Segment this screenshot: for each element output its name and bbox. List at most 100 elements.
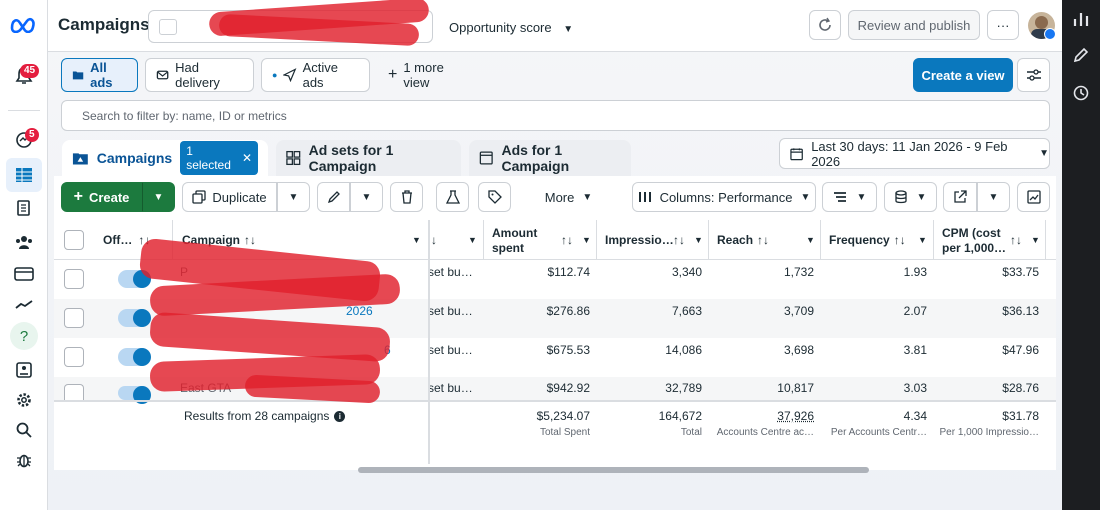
clear-selection-icon[interactable]: ✕: [242, 151, 252, 165]
row-checkbox[interactable]: [64, 269, 84, 289]
trash-icon: [401, 190, 412, 204]
chevron-down-icon[interactable]: ▼: [412, 235, 421, 245]
tag-icon: [487, 190, 502, 204]
edit-pencil-icon[interactable]: [1072, 46, 1090, 64]
tab-ads-label: Ads for 1 Campaign: [501, 142, 570, 174]
cpm-cell: $28.76: [1002, 381, 1039, 395]
sort-icon[interactable]: ↑↓: [1010, 233, 1022, 247]
impressions-cell: 32,789: [665, 381, 702, 395]
row-checkbox[interactable]: [64, 308, 84, 328]
columns-icon: [638, 192, 651, 202]
search-icon[interactable]: [12, 418, 36, 442]
bar-chart-icon[interactable]: [1072, 10, 1090, 28]
create-view-button[interactable]: Create a view: [913, 58, 1013, 92]
create-label: Create: [88, 189, 130, 205]
opportunity-score-dropdown[interactable]: Opportunity score ▼: [449, 20, 573, 35]
col-header-frequency[interactable]: Frequency ↑↓: [829, 233, 906, 247]
campaign-name[interactable]: 2026: [346, 304, 373, 318]
search-input[interactable]: Search to filter by: name, ID or metrics: [61, 100, 1050, 131]
chevron-down-icon[interactable]: ▼: [694, 235, 703, 245]
ad-account-selector[interactable]: [148, 0, 433, 47]
pages-icon[interactable]: [12, 196, 36, 220]
row-checkbox[interactable]: [64, 347, 84, 367]
analytics-trend-icon[interactable]: [12, 292, 36, 316]
sort-icon: ↑↓: [757, 233, 770, 247]
info-icon[interactable]: i: [334, 410, 346, 422]
sort-icon[interactable]: ↑↓: [673, 233, 685, 247]
tag-button[interactable]: [478, 182, 511, 212]
delete-button[interactable]: [390, 182, 423, 212]
reports-dropdown[interactable]: ▼: [884, 182, 937, 212]
breakdown-icon: [833, 192, 846, 202]
tab-ads[interactable]: Ads for 1 Campaign: [469, 140, 631, 176]
chevron-down-icon[interactable]: ▼: [918, 235, 927, 245]
sort-icon[interactable]: ↑↓: [561, 233, 573, 247]
page-title: Campaigns: [58, 15, 150, 34]
reach-cell: 1,732: [783, 265, 814, 279]
billing-card-icon[interactable]: [12, 262, 36, 286]
history-clock-icon[interactable]: [1072, 84, 1090, 102]
results-label: Results from 28 campaigns: [184, 409, 330, 423]
date-range-picker[interactable]: Last 30 days: 11 Jan 2026 - 9 Feb 2026 ▼: [779, 138, 1050, 169]
col-header-cpm-line1: CPM (cost: [942, 226, 1001, 240]
delivery-toggle[interactable]: [118, 348, 151, 366]
edit-button[interactable]: [317, 182, 350, 212]
col-header-amount-spent[interactable]: Amount spent: [492, 226, 537, 256]
export-button[interactable]: [943, 182, 977, 212]
ads-manager-table-icon[interactable]: [6, 158, 42, 192]
ad-account-icon[interactable]: [12, 358, 36, 382]
cpm-cell: $36.13: [1002, 304, 1039, 318]
duplicate-button[interactable]: Duplicate: [182, 182, 277, 212]
select-all-checkbox[interactable]: [64, 230, 84, 250]
row-checkbox[interactable]: [64, 384, 84, 400]
selected-count-pill[interactable]: 1 selected ✕: [180, 141, 258, 175]
create-dropdown-button[interactable]: ▼: [142, 182, 175, 212]
frequency-cell: 2.07: [903, 304, 927, 318]
columns-dropdown[interactable]: Columns: Performance ▼: [632, 182, 816, 212]
review-and-publish-button[interactable]: Review and publish: [848, 10, 980, 40]
tab-ad-sets[interactable]: Ad sets for 1 Campaign: [276, 140, 461, 176]
ab-test-button[interactable]: [436, 182, 469, 212]
create-button[interactable]: + Create: [61, 182, 142, 212]
reach-cell: 3,698: [783, 343, 814, 357]
view-settings-button[interactable]: [1017, 58, 1050, 92]
more-options-button[interactable]: ···: [987, 10, 1019, 40]
audiences-icon[interactable]: [12, 230, 36, 254]
sort-icon[interactable]: ↓: [431, 233, 437, 247]
col-header-impressions[interactable]: Impressio…: [605, 233, 674, 247]
plus-icon: +: [73, 188, 83, 205]
col-header-reach[interactable]: Reach ↑↓: [717, 233, 769, 247]
view-had-delivery[interactable]: Had delivery: [145, 58, 254, 92]
total-reach[interactable]: 37,926: [712, 409, 814, 423]
chevron-down-icon: ▼: [800, 191, 811, 203]
add-more-view-button[interactable]: + 1 more view: [377, 58, 482, 92]
send-icon: [283, 68, 297, 82]
tab-campaigns[interactable]: Campaigns 1 selected ✕: [62, 140, 268, 176]
col-header-cpm[interactable]: CPM (cost per 1,000…: [942, 226, 1006, 256]
duplicate-dropdown-button[interactable]: ▼: [277, 182, 310, 212]
breakdown-dropdown[interactable]: ▼: [822, 182, 877, 212]
frozen-column-separator[interactable]: [428, 220, 430, 464]
view-all-ads[interactable]: All ads: [61, 58, 138, 92]
view-active-ads[interactable]: ● Active ads: [261, 58, 370, 92]
horizontal-scrollbar[interactable]: [358, 467, 869, 473]
edit-dropdown-button[interactable]: ▼: [350, 182, 383, 212]
chevron-down-icon[interactable]: ▼: [1031, 235, 1040, 245]
chevron-down-icon[interactable]: ▼: [582, 235, 591, 245]
help-icon[interactable]: ?: [10, 322, 38, 350]
bug-report-icon[interactable]: [12, 448, 36, 472]
chevron-down-icon[interactable]: ▼: [468, 235, 477, 245]
more-actions-dropdown[interactable]: More ▼: [519, 182, 618, 212]
more-view-label: 1 more view: [403, 60, 444, 90]
folder-icon: [72, 71, 84, 80]
delivery-toggle[interactable]: [118, 386, 151, 404]
duplicate-label: Duplicate: [212, 189, 267, 205]
refresh-button[interactable]: [809, 10, 841, 40]
delivery-toggle[interactable]: [118, 309, 151, 327]
charts-button[interactable]: [1017, 182, 1050, 212]
chevron-down-icon[interactable]: ▼: [806, 235, 815, 245]
meta-logo-icon[interactable]: [9, 12, 39, 36]
settings-gear-icon[interactable]: [12, 388, 36, 412]
calendar-icon: [790, 147, 803, 160]
export-dropdown-button[interactable]: ▼: [977, 182, 1010, 212]
